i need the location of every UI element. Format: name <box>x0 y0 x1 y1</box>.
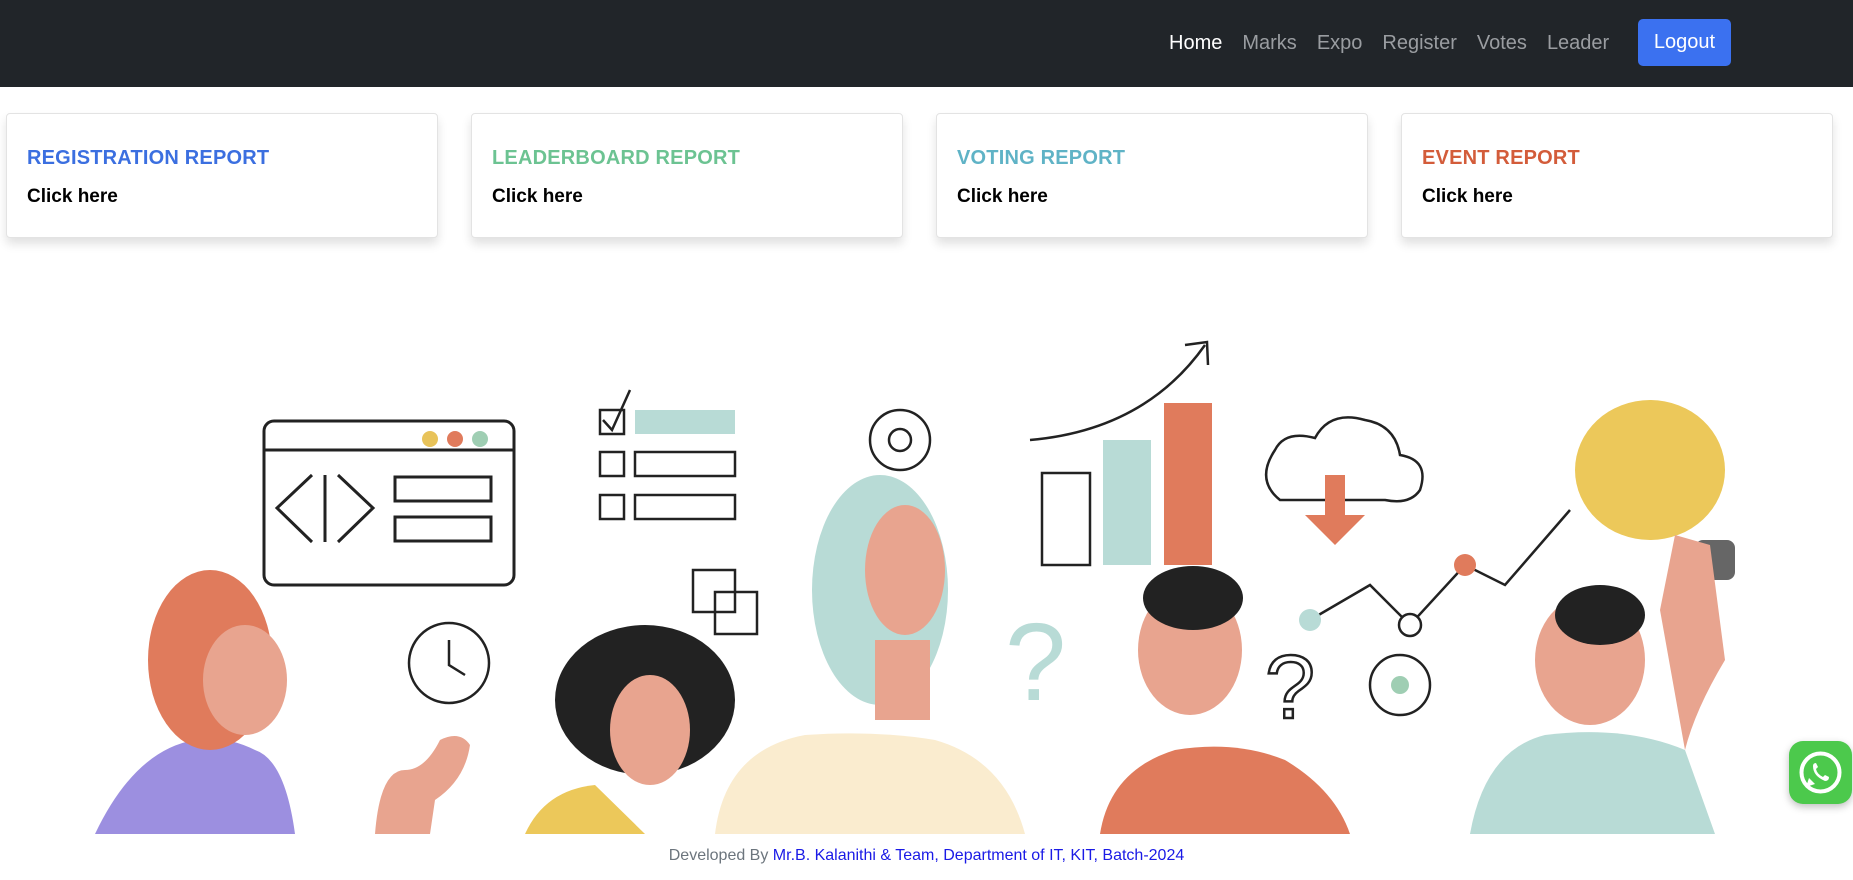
card-title: LEADERBOARD REPORT <box>492 147 741 169</box>
card-title: REGISTRATION REPORT <box>27 147 270 169</box>
nav-home[interactable]: Home <box>1169 32 1222 55</box>
nav-marks[interactable]: Marks <box>1242 32 1296 55</box>
bar-chart-icon <box>1029 340 1212 567</box>
leaderboard-report-card[interactable]: LEADERBOARD REPORT Click here <box>471 113 903 238</box>
card-title: VOTING REPORT <box>957 147 1126 169</box>
card-title: EVENT REPORT <box>1422 147 1580 169</box>
whatsapp-button[interactable] <box>1789 741 1852 804</box>
cloud-download-icon <box>1265 416 1571 638</box>
footer-prefix: Developed By <box>668 847 773 864</box>
checklist-icon <box>598 389 759 636</box>
voting-report-card[interactable]: VOTING REPORT Click here <box>936 113 1368 238</box>
code-window-icon <box>262 419 516 587</box>
click-here-link[interactable]: Click here <box>27 186 118 208</box>
footer: Developed By Mr.B. Kalanithi & Team, Dep… <box>0 847 1853 865</box>
stopwatch-icon <box>407 621 491 705</box>
nav-expo[interactable]: Expo <box>1317 32 1363 55</box>
people-figures <box>95 475 1725 834</box>
whatsapp-icon <box>1799 751 1842 794</box>
svg-text:?: ? <box>1005 601 1066 724</box>
nav-leader[interactable]: Leader <box>1547 32 1609 55</box>
team-illustration: ? ? <box>95 340 1735 834</box>
footer-credit: Mr.B. Kalanithi & Team, Department of IT… <box>772 847 1185 864</box>
nav-votes[interactable]: Votes <box>1477 32 1527 55</box>
click-here-link[interactable]: Click here <box>492 186 583 208</box>
navbar: Home Marks Expo Register Votes Leader Lo… <box>0 0 1853 87</box>
registration-report-card[interactable]: REGISTRATION REPORT Click here <box>6 113 438 238</box>
logout-button[interactable]: Logout <box>1638 19 1731 66</box>
click-here-link[interactable]: Click here <box>957 186 1048 208</box>
nav-links: Home Marks Expo Register Votes Leader <box>1169 19 1629 67</box>
gear-icon <box>868 408 932 472</box>
nav-register[interactable]: Register <box>1382 32 1456 55</box>
event-report-card[interactable]: EVENT REPORT Click here <box>1401 113 1833 238</box>
svg-text:?: ? <box>1265 638 1315 738</box>
click-here-link[interactable]: Click here <box>1422 186 1513 208</box>
